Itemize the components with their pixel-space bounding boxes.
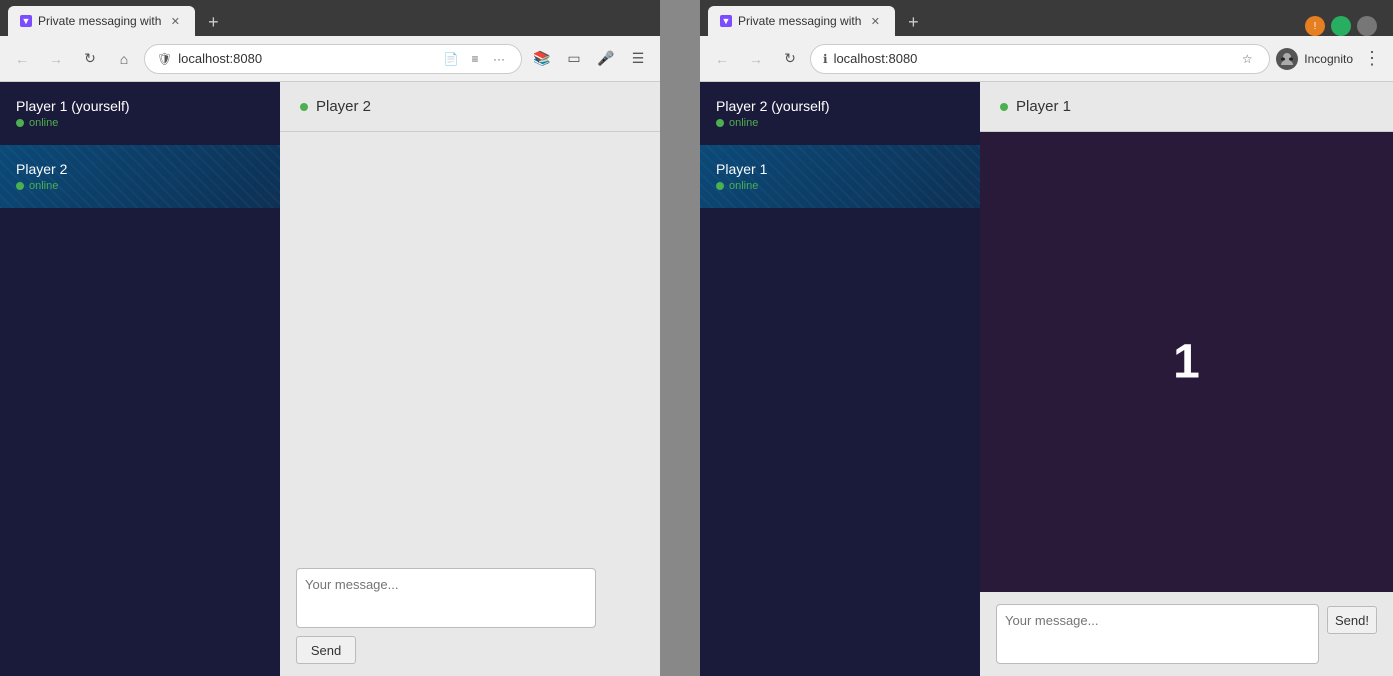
player1-right-status-dot <box>716 182 724 190</box>
menu-button-right[interactable]: ⋮ <box>1359 48 1385 69</box>
menu-icon-left[interactable]: ☰ <box>624 45 652 73</box>
reload-button-right[interactable]: ↻ <box>776 45 804 73</box>
sidebar-icon-left[interactable]: ▭ <box>560 45 588 73</box>
chat-recipient-left: Player 2 <box>316 98 371 115</box>
send-button-left[interactable]: Send <box>296 636 356 664</box>
home-button-left[interactable]: ⌂ <box>110 45 138 73</box>
star-icon-right[interactable]: ☆ <box>1237 49 1257 69</box>
sidebar-user-player1-right[interactable]: Player 1 online <box>700 145 980 208</box>
tab-close-left[interactable]: ✕ <box>167 13 183 29</box>
player2-right-status-text: online <box>729 117 758 129</box>
mic-icon-left[interactable]: 🎤 <box>592 45 620 73</box>
message-input-right[interactable] <box>996 604 1319 664</box>
green-dot-icon <box>1331 16 1351 36</box>
chat-input-area-right: Send! <box>980 592 1393 676</box>
tab-bar-right-icons: ! <box>1305 16 1385 36</box>
chat-status-dot-right <box>1000 103 1008 111</box>
chat-header-left: Player 2 <box>280 82 660 132</box>
incognito-avatar <box>1276 48 1298 70</box>
player1-status-text: online <box>29 117 58 129</box>
sidebar-user-player1[interactable]: Player 1 (yourself) online <box>0 82 280 145</box>
tab-bar-left: ▼ Private messaging with ✕ + <box>0 0 660 36</box>
notification-icon: ! <box>1305 16 1325 36</box>
incognito-label: Incognito <box>1304 52 1353 66</box>
player2-status-text: online <box>29 180 58 192</box>
chat-recipient-right: Player 1 <box>1016 98 1071 115</box>
library-icon-left[interactable]: 📚 <box>528 45 556 73</box>
forward-button-left[interactable]: → <box>42 45 70 73</box>
right-toolbar-icons: Incognito ⋮ <box>1276 48 1385 70</box>
chat-header-right: Player 1 <box>980 82 1393 132</box>
player1-right-status: online <box>716 180 964 192</box>
right-input-row: Send! <box>996 604 1377 664</box>
player1-right-name: Player 1 <box>716 161 964 177</box>
back-button-right[interactable]: ← <box>708 45 736 73</box>
back-button-left[interactable]: ← <box>8 45 36 73</box>
page-content-right: Player 2 (yourself) online Player 1 onli… <box>700 82 1393 676</box>
message-input-left[interactable] <box>296 568 596 628</box>
tab-favicon-right: ▼ <box>720 15 732 27</box>
player1-status: online <box>16 117 264 129</box>
player2-right-name: Player 2 (yourself) <box>716 98 964 114</box>
info-icon-right: ℹ <box>823 52 828 66</box>
address-bar-left: ← → ↻ ⌂ 🛡 localhost:8080 📄 ≡ ··· 📚 ▭ 🎤 ☰ <box>0 36 660 82</box>
player2-right-status: online <box>716 117 964 129</box>
tab-title-left: Private messaging with <box>38 14 161 28</box>
address-input-right[interactable]: ℹ localhost:8080 ☆ <box>810 44 1270 74</box>
sidebar-user-player2-right[interactable]: Player 2 (yourself) online <box>700 82 980 145</box>
more-icon-left[interactable]: ··· <box>489 49 509 69</box>
chat-area-left: Player 2 Send <box>280 82 660 676</box>
address-text-right: localhost:8080 <box>834 51 918 66</box>
chat-input-area-left: Send <box>280 556 660 676</box>
address-icons-right: ☆ <box>1237 49 1257 69</box>
toolbar-icons-left: 📚 ▭ 🎤 ☰ <box>528 45 652 73</box>
tab-right[interactable]: ▼ Private messaging with ✕ <box>708 6 895 36</box>
security-icon-left: 🛡 <box>157 52 172 66</box>
chat-messages-right: 1 <box>980 132 1393 592</box>
address-text-left: localhost:8080 <box>178 51 262 66</box>
player2-status-dot <box>16 182 24 190</box>
player1-name: Player 1 (yourself) <box>16 98 264 114</box>
page-content-left: Player 1 (yourself) online Player 2 onli… <box>0 82 660 676</box>
chat-status-dot-left <box>300 103 308 111</box>
sidebar-left: Player 1 (yourself) online Player 2 onli… <box>0 82 280 676</box>
player2-name: Player 2 <box>16 161 264 177</box>
tab-left[interactable]: ▼ Private messaging with ✕ <box>8 6 195 36</box>
sidebar-user-player2[interactable]: Player 2 online <box>0 145 280 208</box>
message-number-badge: 1 <box>1173 335 1200 390</box>
address-input-left[interactable]: 🛡 localhost:8080 📄 ≡ ··· <box>144 44 522 74</box>
tab-close-right[interactable]: ✕ <box>867 13 883 29</box>
forward-button-right[interactable]: → <box>742 45 770 73</box>
gap <box>660 0 700 676</box>
reload-button-left[interactable]: ↻ <box>76 45 104 73</box>
tab-title-right: Private messaging with <box>738 14 861 28</box>
player2-status: online <box>16 180 264 192</box>
chat-area-right: Player 1 1 Send! <box>980 82 1393 676</box>
address-icons-left: 📄 ≡ ··· <box>441 49 509 69</box>
address-bar-right: ← → ↻ ℹ localhost:8080 ☆ Incognito ⋮ <box>700 36 1393 82</box>
tab-favicon-left: ▼ <box>20 15 32 27</box>
send-button-right[interactable]: Send! <box>1327 606 1377 634</box>
bookmark-icon-left[interactable]: 📄 <box>441 49 461 69</box>
sidebar-right: Player 2 (yourself) online Player 1 onli… <box>700 82 980 676</box>
settings-icon <box>1357 16 1377 36</box>
player1-status-dot <box>16 119 24 127</box>
player2-right-status-dot <box>716 119 724 127</box>
reader-icon-left[interactable]: ≡ <box>465 49 485 69</box>
chat-messages-left <box>280 132 660 556</box>
browser-window-left: ▼ Private messaging with ✕ + ← → ↻ ⌂ 🛡 l… <box>0 0 660 676</box>
new-tab-button-left[interactable]: + <box>199 8 227 36</box>
tab-bar-right: ▼ Private messaging with ✕ + ! <box>700 0 1393 36</box>
browser-window-right: ▼ Private messaging with ✕ + ! ← → ↻ ℹ l… <box>700 0 1393 676</box>
new-tab-button-right[interactable]: + <box>899 8 927 36</box>
player1-right-status-text: online <box>729 180 758 192</box>
